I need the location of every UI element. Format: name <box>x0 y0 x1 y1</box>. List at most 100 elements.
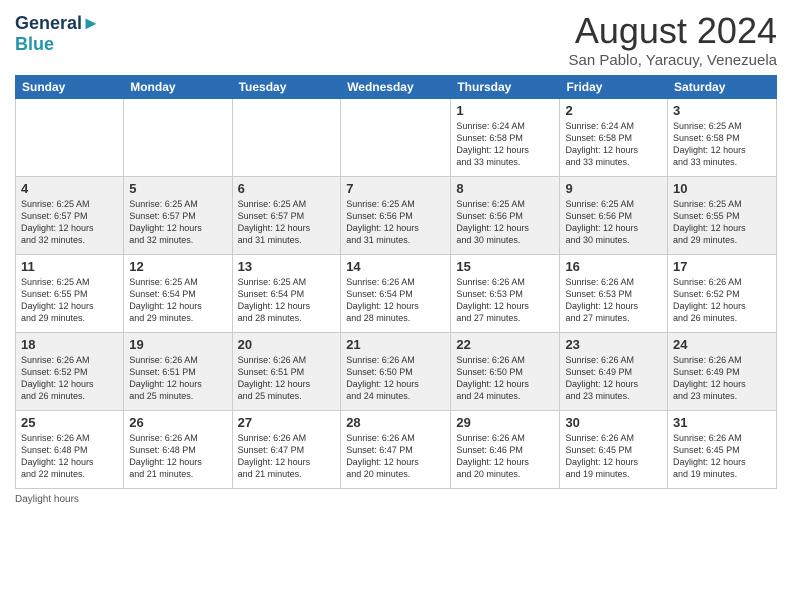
cell-info: Sunrise: 6:25 AM Sunset: 6:56 PM Dayligh… <box>346 198 445 247</box>
calendar-cell: 23 Sunrise: 6:26 AM Sunset: 6:49 PM Dayli… <box>560 333 668 411</box>
calendar-day-header: Thursday <box>451 76 560 99</box>
day-number: 10 <box>673 181 771 196</box>
cell-info: Sunrise: 6:26 AM Sunset: 6:46 PM Dayligh… <box>456 432 554 481</box>
calendar-day-header: Saturday <box>668 76 777 99</box>
calendar-cell: 13Sunrise: 6:25 AM Sunset: 6:54 PM Dayli… <box>232 255 341 333</box>
day-number: 22 <box>456 337 554 352</box>
day-number: 18 <box>21 337 118 352</box>
cell-info: Sunrise: 6:25 AM Sunset: 6:57 PM Dayligh… <box>238 198 336 247</box>
header: General► Blue August 2024 San Pablo, Yar… <box>15 10 777 69</box>
calendar-body: 1Sunrise: 6:24 AM Sunset: 6:58 PM Daylig… <box>16 99 777 489</box>
calendar-cell: 10 Sunrise: 6:25 AM Sunset: 6:55 PM Dayli… <box>668 177 777 255</box>
calendar-day-header: Monday <box>124 76 232 99</box>
day-number: 3 <box>673 103 771 118</box>
logo-text: General► <box>15 14 100 34</box>
page-container: General► Blue August 2024 San Pablo, Yar… <box>0 0 792 515</box>
day-number: 30 <box>565 415 662 430</box>
calendar-cell: 21 Sunrise: 6:26 AM Sunset: 6:50 PM Dayli… <box>341 333 451 411</box>
logo: General► Blue <box>15 14 100 55</box>
calendar-day-header: Tuesday <box>232 76 341 99</box>
calendar-cell: 6 Sunrise: 6:25 AM Sunset: 6:57 PM Daylig… <box>232 177 341 255</box>
cell-info: Sunrise: 6:26 AM Sunset: 6:45 PM Dayligh… <box>673 432 771 481</box>
cell-info: Sunrise: 6:26 AM Sunset: 6:48 PM Dayligh… <box>21 432 118 481</box>
cell-info: Sunrise: 6:26 AM Sunset: 6:50 PM Dayligh… <box>456 354 554 403</box>
month-year: August 2024 <box>569 10 777 52</box>
calendar-cell: 12Sunrise: 6:25 AM Sunset: 6:54 PM Dayli… <box>124 255 232 333</box>
cell-info: Sunrise: 6:26 AM Sunset: 6:49 PM Dayligh… <box>673 354 771 403</box>
calendar-cell: 29 Sunrise: 6:26 AM Sunset: 6:46 PM Dayli… <box>451 411 560 489</box>
day-number: 21 <box>346 337 445 352</box>
day-number: 5 <box>129 181 226 196</box>
day-number: 14 <box>346 259 445 274</box>
cell-info: Sunrise: 6:26 AM Sunset: 6:47 PM Dayligh… <box>238 432 336 481</box>
calendar-week-row: 18 Sunrise: 6:26 AM Sunset: 6:52 PM Dayli… <box>16 333 777 411</box>
calendar-cell: 22 Sunrise: 6:26 AM Sunset: 6:50 PM Dayli… <box>451 333 560 411</box>
cell-info: Sunrise: 6:24 AM Sunset: 6:58 PM Dayligh… <box>565 120 662 169</box>
calendar-cell: 8Sunrise: 6:25 AM Sunset: 6:56 PM Daylig… <box>451 177 560 255</box>
calendar-day-header: Friday <box>560 76 668 99</box>
calendar-cell: 11 Sunrise: 6:25 AM Sunset: 6:55 PM Dayli… <box>16 255 124 333</box>
cell-info: Sunrise: 6:26 AM Sunset: 6:52 PM Dayligh… <box>21 354 118 403</box>
cell-info: Sunrise: 6:24 AM Sunset: 6:58 PM Dayligh… <box>456 120 554 169</box>
day-number: 28 <box>346 415 445 430</box>
calendar-cell: 9Sunrise: 6:25 AM Sunset: 6:56 PM Daylig… <box>560 177 668 255</box>
calendar-cell: 30Sunrise: 6:26 AM Sunset: 6:45 PM Dayli… <box>560 411 668 489</box>
cell-info: Sunrise: 6:25 AM Sunset: 6:55 PM Dayligh… <box>21 276 118 325</box>
day-number: 17 <box>673 259 771 274</box>
day-number: 20 <box>238 337 336 352</box>
cell-info: Sunrise: 6:26 AM Sunset: 6:51 PM Dayligh… <box>238 354 336 403</box>
location: San Pablo, Yaracuy, Venezuela <box>569 52 777 69</box>
cell-info: Sunrise: 6:26 AM Sunset: 6:53 PM Dayligh… <box>456 276 554 325</box>
day-number: 24 <box>673 337 771 352</box>
calendar-cell: 3 Sunrise: 6:25 AM Sunset: 6:58 PM Daylig… <box>668 99 777 177</box>
footer: Daylight hours <box>15 494 777 505</box>
calendar-cell <box>16 99 124 177</box>
cell-info: Sunrise: 6:25 AM Sunset: 6:54 PM Dayligh… <box>238 276 336 325</box>
day-number: 16 <box>565 259 662 274</box>
daylight-label: Daylight hours <box>15 494 79 505</box>
calendar-week-row: 4Sunrise: 6:25 AM Sunset: 6:57 PM Daylig… <box>16 177 777 255</box>
day-number: 12 <box>129 259 226 274</box>
calendar-cell: 19 Sunrise: 6:26 AM Sunset: 6:51 PM Dayli… <box>124 333 232 411</box>
cell-info: Sunrise: 6:26 AM Sunset: 6:54 PM Dayligh… <box>346 276 445 325</box>
calendar-week-row: 25 Sunrise: 6:26 AM Sunset: 6:48 PM Dayli… <box>16 411 777 489</box>
calendar-cell: 14 Sunrise: 6:26 AM Sunset: 6:54 PM Dayli… <box>341 255 451 333</box>
calendar-cell: 18 Sunrise: 6:26 AM Sunset: 6:52 PM Dayli… <box>16 333 124 411</box>
cell-info: Sunrise: 6:26 AM Sunset: 6:50 PM Dayligh… <box>346 354 445 403</box>
calendar-cell: 15 Sunrise: 6:26 AM Sunset: 6:53 PM Dayli… <box>451 255 560 333</box>
cell-info: Sunrise: 6:26 AM Sunset: 6:47 PM Dayligh… <box>346 432 445 481</box>
calendar-cell: 20 Sunrise: 6:26 AM Sunset: 6:51 PM Dayli… <box>232 333 341 411</box>
day-number: 25 <box>21 415 118 430</box>
cell-info: Sunrise: 6:26 AM Sunset: 6:52 PM Dayligh… <box>673 276 771 325</box>
day-number: 19 <box>129 337 226 352</box>
calendar-cell: 5 Sunrise: 6:25 AM Sunset: 6:57 PM Daylig… <box>124 177 232 255</box>
calendar-cell: 28 Sunrise: 6:26 AM Sunset: 6:47 PM Dayli… <box>341 411 451 489</box>
calendar-cell: 2 Sunrise: 6:24 AM Sunset: 6:58 PM Daylig… <box>560 99 668 177</box>
calendar-cell: 31 Sunrise: 6:26 AM Sunset: 6:45 PM Dayli… <box>668 411 777 489</box>
day-number: 27 <box>238 415 336 430</box>
day-number: 11 <box>21 259 118 274</box>
calendar-header-row: SundayMondayTuesdayWednesdayThursdayFrid… <box>16 76 777 99</box>
cell-info: Sunrise: 6:25 AM Sunset: 6:58 PM Dayligh… <box>673 120 771 169</box>
day-number: 31 <box>673 415 771 430</box>
day-number: 15 <box>456 259 554 274</box>
calendar-cell: 25 Sunrise: 6:26 AM Sunset: 6:48 PM Dayli… <box>16 411 124 489</box>
cell-info: Sunrise: 6:26 AM Sunset: 6:51 PM Dayligh… <box>129 354 226 403</box>
day-number: 23 <box>565 337 662 352</box>
calendar-week-row: 1Sunrise: 6:24 AM Sunset: 6:58 PM Daylig… <box>16 99 777 177</box>
calendar-cell: 24 Sunrise: 6:26 AM Sunset: 6:49 PM Dayli… <box>668 333 777 411</box>
cell-info: Sunrise: 6:26 AM Sunset: 6:53 PM Dayligh… <box>565 276 662 325</box>
day-number: 2 <box>565 103 662 118</box>
calendar-table: SundayMondayTuesdayWednesdayThursdayFrid… <box>15 75 777 489</box>
calendar-cell: 26Sunrise: 6:26 AM Sunset: 6:48 PM Dayli… <box>124 411 232 489</box>
title-block: August 2024 San Pablo, Yaracuy, Venezuel… <box>569 10 777 69</box>
cell-info: Sunrise: 6:25 AM Sunset: 6:57 PM Dayligh… <box>129 198 226 247</box>
day-number: 7 <box>346 181 445 196</box>
day-number: 6 <box>238 181 336 196</box>
cell-info: Sunrise: 6:25 AM Sunset: 6:57 PM Dayligh… <box>21 198 118 247</box>
cell-info: Sunrise: 6:25 AM Sunset: 6:55 PM Dayligh… <box>673 198 771 247</box>
day-number: 29 <box>456 415 554 430</box>
cell-info: Sunrise: 6:26 AM Sunset: 6:48 PM Dayligh… <box>129 432 226 481</box>
cell-info: Sunrise: 6:26 AM Sunset: 6:49 PM Dayligh… <box>565 354 662 403</box>
calendar-week-row: 11 Sunrise: 6:25 AM Sunset: 6:55 PM Dayli… <box>16 255 777 333</box>
